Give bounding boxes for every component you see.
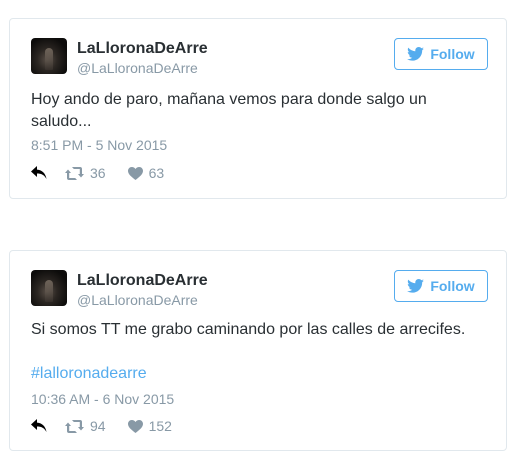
reply-icon[interactable]: [31, 419, 47, 433]
follow-label: Follow: [430, 278, 475, 294]
twitter-bird-icon: [407, 47, 425, 61]
retweet-button[interactable]: 94: [65, 418, 106, 434]
follow-button[interactable]: Follow: [394, 38, 488, 70]
twitter-bird-icon: [407, 279, 425, 293]
retweet-icon: [65, 166, 84, 180]
heart-icon: [127, 166, 143, 180]
heart-icon: [127, 419, 143, 433]
display-name[interactable]: LaLloronaDeArre: [77, 272, 208, 290]
tweet-actions: 94 152: [31, 418, 172, 434]
tweet-text: Hoy ando de paro, mañana vemos para dond…: [31, 91, 427, 130]
hashtag-link[interactable]: #lalloronadearre: [31, 365, 147, 383]
like-button[interactable]: 63: [127, 165, 165, 181]
timestamp[interactable]: 10:36 AM - 6 Nov 2015: [31, 391, 174, 407]
like-button[interactable]: 152: [127, 418, 172, 434]
like-count: 63: [148, 165, 165, 181]
retweet-icon: [65, 419, 84, 433]
user-handle[interactable]: @LaLloronaDeArre: [77, 60, 198, 76]
display-name[interactable]: LaLloronaDeArre: [77, 40, 208, 58]
user-handle[interactable]: @LaLloronaDeArre: [77, 292, 198, 308]
follow-button[interactable]: Follow: [394, 270, 488, 302]
tweet-text: Si somos TT me grabo caminando por las c…: [31, 321, 466, 338]
like-count: 152: [148, 418, 172, 434]
tweet-card: LaLloronaDeArre @LaLloronaDeArre Follow …: [9, 250, 507, 451]
follow-label: Follow: [430, 46, 475, 62]
retweet-button[interactable]: 36: [65, 165, 106, 181]
avatar[interactable]: [31, 270, 67, 306]
retweet-count: 94: [90, 418, 106, 434]
tweet-actions: 36 63: [31, 165, 164, 181]
reply-icon[interactable]: [31, 166, 47, 180]
avatar[interactable]: [31, 38, 67, 74]
retweet-count: 36: [90, 165, 106, 181]
timestamp[interactable]: 8:51 PM - 5 Nov 2015: [31, 137, 167, 153]
tweet-card: LaLloronaDeArre @LaLloronaDeArre Follow …: [9, 18, 507, 199]
